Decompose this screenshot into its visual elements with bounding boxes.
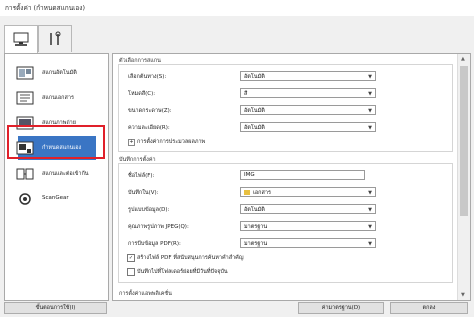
jpeg-quality-label: คุณภาพรูปภาพ JPEG(Q):	[128, 224, 189, 230]
chevron-down-icon: ▼	[368, 91, 372, 97]
chevron-down-icon: ▼	[368, 224, 372, 230]
button-bar: ขั้นตอนการใช้(I) ค่ามาตรฐาน(D) ตกลง	[0, 300, 474, 317]
paper-size-select[interactable]: อัตโนมัติ ▼	[240, 105, 376, 115]
save-in-label: บันทึกใน(V):	[128, 190, 159, 196]
image-processing-expander[interactable]: การตั้งค่าการประมวลผลภาพ	[137, 138, 205, 146]
settings-panel: ตัวเลือกการสแกน เลือกต้นทาง(S): อัตโนมัต…	[112, 53, 471, 301]
tools-icon	[50, 31, 61, 45]
highlight-frame	[7, 125, 105, 159]
scan-type-list: สแกนอัตโนมัติ สแกนเอกสาร สแกนภาพถ่าย กำห…	[4, 53, 109, 301]
file-name-input[interactable]: IMG	[240, 170, 365, 180]
sidebar-item-scangear[interactable]: ScanGear	[8, 185, 104, 213]
chevron-down-icon: ▼	[368, 125, 372, 131]
paper-size-label: ขนาดกระดาษ(Z):	[128, 108, 172, 114]
data-format-select[interactable]: อัตโนมัติ ▼	[240, 204, 376, 214]
source-select[interactable]: อัตโนมัติ ▼	[240, 71, 376, 81]
auto-scan-icon	[16, 66, 34, 80]
searchable-pdf-checkbox[interactable]: ✓	[127, 254, 135, 262]
tab-tools[interactable]	[38, 25, 72, 52]
chevron-down-icon: ▼	[368, 190, 372, 196]
sidebar-item-stitch-scan[interactable]: สแกนและต่อเข้ากัน	[8, 160, 104, 188]
data-format-label: รูปแบบข้อมูล(D):	[128, 207, 170, 213]
date-subfolder-label: บันทึกไปที่โฟลเดอร์ย่อยที่มีวันที่ปัจจุบ…	[137, 269, 228, 275]
chevron-down-icon: ▼	[368, 74, 372, 80]
scangear-icon	[19, 193, 31, 205]
scroll-down-icon[interactable]: ▼	[461, 292, 465, 298]
scan-from-computer-icon	[13, 32, 29, 46]
sidebar-item-auto-scan[interactable]: สแกนอัตโนมัติ	[8, 59, 104, 87]
file-name-label: ชื่อไฟล์(F):	[128, 173, 155, 179]
sidebar-item-label: สแกนและต่อเข้ากัน	[42, 171, 89, 177]
app-settings-title: การตั้งค่าแอพพลิเคชั่น	[119, 291, 172, 297]
scrollbar-thumb[interactable]	[460, 66, 468, 216]
pdf-compression-select[interactable]: มาตรฐาน ▼	[240, 238, 376, 248]
stitch-scan-icon	[16, 168, 34, 180]
chevron-down-icon: ▼	[368, 241, 372, 247]
instructions-button[interactable]: ขั้นตอนการใช้(I)	[4, 302, 107, 314]
window-title: การตั้งค่า (กำหนดสแกนเอง)	[5, 4, 85, 12]
color-mode-label: โหมดสี(C):	[128, 91, 156, 97]
color-mode-select[interactable]: สี ▼	[240, 88, 376, 98]
title-bar: การตั้งค่า (กำหนดสแกนเอง)	[0, 0, 474, 16]
pdf-compression-label: การบีบข้อมูล PDF(R):	[128, 241, 181, 247]
sidebar-item-label: ScanGear	[42, 195, 69, 201]
defaults-button[interactable]: ค่ามาตรฐาน(D)	[298, 302, 384, 314]
source-label: เลือกต้นทาง(S):	[128, 74, 167, 80]
searchable-pdf-label: สร้างไฟล์ PDF ที่สนับสนุนการค้นหาคำสำคัญ	[137, 255, 244, 261]
jpeg-quality-select[interactable]: มาตรฐาน ▼	[240, 221, 376, 231]
tab-scan-from-computer[interactable]	[4, 25, 38, 53]
folder-icon	[244, 190, 250, 195]
document-scan-icon	[16, 91, 34, 105]
save-in-select[interactable]: เอกสาร ▼	[240, 187, 376, 197]
vertical-scrollbar[interactable]: ▲ ▼	[457, 54, 470, 300]
sidebar-item-document-scan[interactable]: สแกนเอกสาร	[8, 84, 104, 112]
sidebar-item-label: สแกนอัตโนมัติ	[42, 70, 77, 76]
resolution-label: ความละเอียด(R):	[128, 125, 170, 131]
resolution-select[interactable]: อัตโนมัติ ▼	[240, 122, 376, 132]
expand-icon[interactable]: +	[128, 139, 135, 146]
chevron-down-icon: ▼	[368, 108, 372, 114]
ok-button[interactable]: ตกลง	[390, 302, 468, 314]
scroll-up-icon[interactable]: ▲	[461, 56, 465, 62]
chevron-down-icon: ▼	[368, 207, 372, 213]
date-subfolder-checkbox[interactable]	[127, 268, 135, 276]
sidebar-item-label: สแกนเอกสาร	[42, 95, 74, 101]
